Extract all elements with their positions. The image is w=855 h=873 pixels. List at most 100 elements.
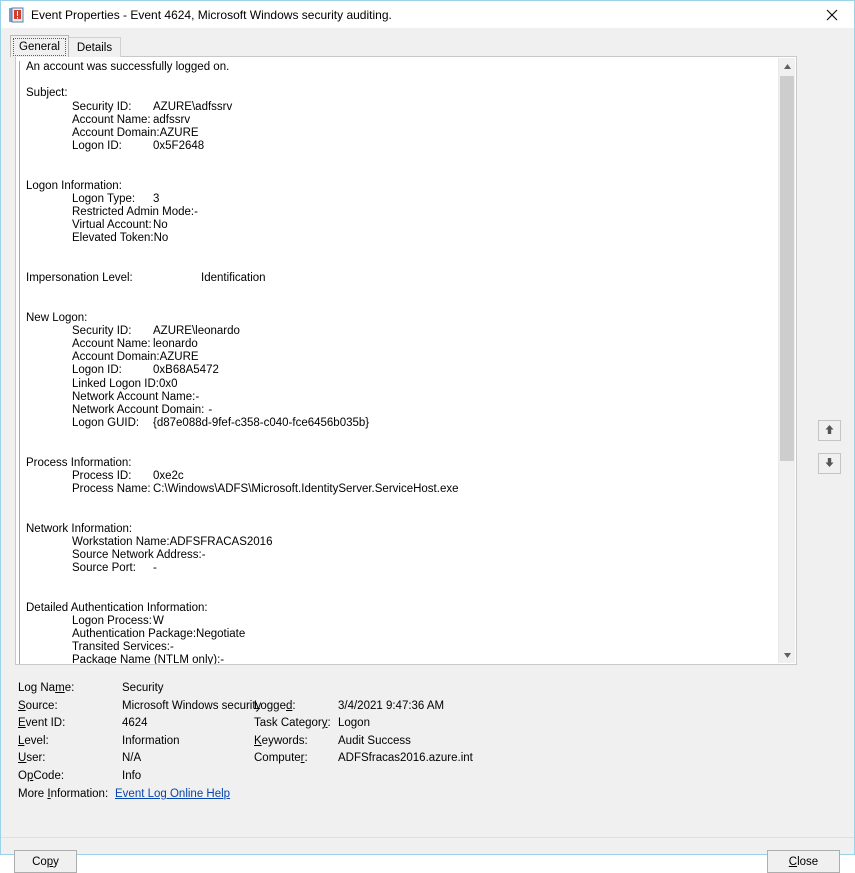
previous-event-button[interactable] <box>818 420 841 441</box>
detail-value: 0xe2c <box>153 470 184 483</box>
detail-row: Source Port:- <box>26 562 771 575</box>
copy-button[interactable]: Copy <box>14 850 77 873</box>
spacer <box>26 259 771 272</box>
detail-value: AZURE\leonardo <box>153 325 240 338</box>
event-summary-grid: Log Name: Security Source: Microsoft Win… <box>18 680 788 804</box>
detail-row: Logon Type:3 <box>26 193 771 206</box>
spacer <box>26 589 771 602</box>
summary-label-level: Level: <box>18 733 122 751</box>
event-log-icon <box>8 7 24 23</box>
detail-row: Restricted Admin Mode:- <box>26 206 771 219</box>
detail-value: Negotiate <box>196 628 245 641</box>
detail-row: Account Domain:AZURE <box>26 351 771 364</box>
summary-value-logged: 3/4/2021 9:47:36 AM <box>338 698 788 716</box>
detail-key: Virtual Account: <box>26 219 153 232</box>
scroll-up-arrow-icon[interactable] <box>779 58 795 74</box>
scroll-down-arrow-icon[interactable] <box>779 647 795 663</box>
close-button[interactable]: Close <box>767 850 840 873</box>
summary-row-more-information: More Information: Event Log Online Help <box>18 786 788 804</box>
section-title-process-information: Process Information: <box>26 457 771 470</box>
summary-label-empty-2 <box>254 768 338 786</box>
summary-row: OpCode: Info <box>18 768 788 786</box>
detail-row: Elevated Token:No <box>26 232 771 245</box>
detail-row: Source Network Address:- <box>26 549 771 562</box>
summary-row: Source: Microsoft Windows security Logge… <box>18 698 788 716</box>
detail-key: Process ID: <box>26 470 153 483</box>
detail-key: Account Name: <box>26 114 153 127</box>
summary-value-user: N/A <box>122 750 254 768</box>
detail-row: Network Account Domain:- <box>26 404 771 417</box>
detail-value: - <box>208 404 212 417</box>
detail-row: Virtual Account:No <box>26 219 771 232</box>
detail-value: Identification <box>201 272 266 285</box>
event-description-text: An account was successfully logged on. S… <box>19 61 771 664</box>
event-log-online-help-link[interactable]: Event Log Online Help <box>115 788 230 800</box>
event-description-viewport: An account was successfully logged on. S… <box>16 57 780 664</box>
summary-row: Log Name: Security <box>18 680 788 698</box>
detail-value: - <box>170 641 174 654</box>
summary-row: Event ID: 4624 Task Category: Logon <box>18 715 788 733</box>
detail-key: Network Account Name: <box>26 391 195 404</box>
event-properties-window: Event Properties - Event 4624, Microsoft… <box>0 0 855 855</box>
detail-value: 3 <box>153 193 159 206</box>
close-icon[interactable] <box>809 1 854 28</box>
scrollbar-thumb[interactable] <box>780 76 794 461</box>
detail-key: Process Name: <box>26 483 153 496</box>
summary-label-more-information: More Information: <box>18 786 115 804</box>
summary-label-event-id: Event ID: <box>18 715 122 733</box>
spacer <box>26 430 771 443</box>
detail-row: Security ID:AZURE\adfssrv <box>26 101 771 114</box>
detail-row: Authentication Package:Negotiate <box>26 628 771 641</box>
detail-row: Workstation Name:ADFSFRACAS2016 <box>26 536 771 549</box>
description-headline: An account was successfully logged on. <box>26 61 771 74</box>
tab-details-label: Details <box>77 42 112 54</box>
section-title-new-logon: New Logon: <box>26 312 771 325</box>
vertical-scrollbar[interactable] <box>778 58 795 663</box>
next-event-button[interactable] <box>818 453 841 474</box>
detail-row: Logon Process:W <box>26 615 771 628</box>
tab-details[interactable]: Details <box>68 37 121 57</box>
tab-general-label: General <box>19 41 60 53</box>
summary-row: Level: Information Keywords: Audit Succe… <box>18 733 788 751</box>
detail-value: W <box>153 615 164 628</box>
spacer <box>26 74 771 87</box>
detail-row: Logon ID:0x5F2648 <box>26 140 771 153</box>
spacer <box>26 509 771 522</box>
section-title-network-information: Network Information: <box>26 523 771 536</box>
detail-value: No <box>154 232 169 245</box>
summary-value-keywords: Audit Success <box>338 733 788 751</box>
detail-key: Security ID: <box>26 101 153 114</box>
detail-key: Authentication Package: <box>26 628 196 641</box>
spacer <box>26 575 771 588</box>
section-title-detailed-authentication-information: Detailed Authentication Information: <box>26 602 771 615</box>
detail-row: Account Name:adfssrv <box>26 114 771 127</box>
summary-value-computer: ADFSfracas2016.azure.int <box>338 750 788 768</box>
detail-key: Account Name: <box>26 338 153 351</box>
detail-row: Process ID:0xe2c <box>26 470 771 483</box>
tab-general[interactable]: General <box>10 35 69 57</box>
detail-value: - <box>153 562 157 575</box>
detail-value: AZURE <box>160 351 199 364</box>
detail-key: Logon Process: <box>26 615 153 628</box>
detail-row: Account Name:leonardo <box>26 338 771 351</box>
detail-value: AZURE\adfssrv <box>153 101 232 114</box>
close-button-label: Close <box>789 856 818 868</box>
arrow-down-icon <box>823 456 836 472</box>
event-description-pane[interactable]: An account was successfully logged on. S… <box>15 56 797 665</box>
detail-key: Logon ID: <box>26 364 153 377</box>
spacer <box>26 298 771 311</box>
detail-row: Transited Services:- <box>26 641 771 654</box>
detail-key: Linked Logon ID: <box>26 378 159 391</box>
spacer <box>26 167 771 180</box>
detail-value: 0xB68A5472 <box>153 364 219 377</box>
detail-value: - <box>194 206 198 219</box>
summary-label-source: Source: <box>18 698 122 716</box>
summary-value-empty-1 <box>338 680 788 698</box>
detail-row: Security ID:AZURE\leonardo <box>26 325 771 338</box>
detail-row-impersonation-level: Impersonation Level:Identification <box>26 272 771 285</box>
detail-row: Linked Logon ID:0x0 <box>26 378 771 391</box>
summary-label-computer: Computer: <box>254 750 338 768</box>
detail-row: Logon ID:0xB68A5472 <box>26 364 771 377</box>
detail-key: Logon Type: <box>26 193 153 206</box>
tab-strip: General Details <box>10 35 120 57</box>
